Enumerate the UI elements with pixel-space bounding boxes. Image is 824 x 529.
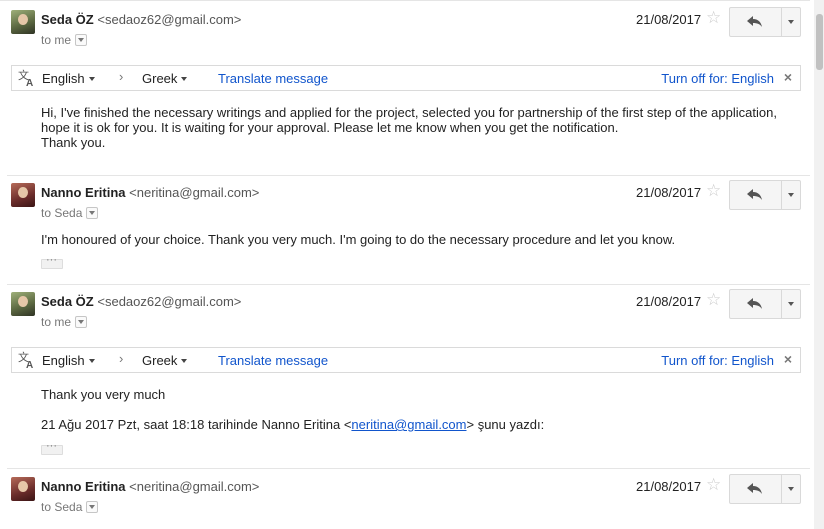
recipient-line[interactable]: to Seda [41,206,99,220]
star-icon[interactable]: ☆ [706,8,721,28]
source-language-label: English [42,353,85,368]
avatar [11,477,35,501]
sender-name: Seda ÖZ [41,294,94,309]
sender[interactable]: Nanno Eritina <neritina@gmail.com> [41,479,259,494]
sender[interactable]: Seda ÖZ <sedaoz62@gmail.com> [41,12,241,27]
details-dropdown-icon[interactable] [75,34,88,46]
reply-button[interactable] [730,475,780,503]
svg-text:A: A [26,78,33,87]
translate-message-link[interactable]: Translate message [218,71,328,86]
sender-name: Seda ÖZ [41,12,94,27]
reply-icon [747,189,762,200]
chevron-right-icon: › [119,351,124,366]
translate-icon: 文A [18,351,33,369]
reply-button[interactable] [730,290,780,318]
target-language-select[interactable]: Greek [142,71,188,86]
top-divider [0,0,810,5]
recipient-line[interactable]: to me [41,33,88,47]
recipient-line[interactable]: to Seda [41,500,99,514]
quote-prefix: 21 Ağu 2017 Pzt, saat 18:18 tarihinde Na… [41,417,352,432]
chevron-right-icon: › [119,69,124,84]
message-divider [7,175,810,176]
avatar [11,183,35,207]
sender-email: <neritina@gmail.com> [129,479,260,494]
sender-name: Nanno Eritina [41,185,126,200]
reply-button-group [729,474,801,504]
more-options-button[interactable] [781,290,801,318]
details-dropdown-icon[interactable] [86,501,99,513]
star-icon[interactable]: ☆ [706,290,721,310]
avatar [11,10,35,34]
details-dropdown-icon[interactable] [86,207,99,219]
turn-off-translation-link[interactable]: Turn off for: English [661,353,774,368]
body-line: hope it is ok for you. It is waiting for… [41,120,619,135]
reply-button-group [729,7,801,37]
quote-header: 21 Ağu 2017 Pzt, saat 18:18 tarihinde Na… [41,417,544,432]
message-date: 21/08/2017 [636,294,702,309]
quote-email-link[interactable]: neritina@gmail.com [351,417,466,432]
message-body: Thank you very much [41,387,165,402]
show-trimmed-content-button[interactable] [41,254,63,269]
recipient-label: to Seda [41,500,83,514]
sender-name: Nanno Eritina [41,479,126,494]
body-line: Hi, I've finished the necessary writings… [41,105,777,120]
translate-bar: 文A English › Greek Translate message Tur… [11,347,801,373]
message-body: Hi, I've finished the necessary writings… [41,105,777,150]
more-options-button[interactable] [781,8,801,36]
sender-email: <sedaoz62@gmail.com> [97,294,242,309]
reply-button-group [729,289,801,319]
close-icon[interactable]: × [784,351,792,367]
body-line: I'm honoured of your choice. Thank you v… [41,232,676,247]
translate-icon: 文A [18,69,33,87]
message-date: 21/08/2017 [636,12,702,27]
message-body: I'm honoured of your choice. Thank you v… [41,232,675,247]
avatar [11,292,35,316]
reply-icon [747,298,762,309]
turn-off-translation-link[interactable]: Turn off for: English [661,71,774,86]
recipient-label: to me [41,33,72,47]
show-trimmed-content-button[interactable] [41,440,63,455]
reply-button[interactable] [730,8,780,36]
sender-email: <neritina@gmail.com> [129,185,260,200]
reply-icon [747,16,762,27]
star-icon[interactable]: ☆ [706,475,721,495]
message-date: 21/08/2017 [636,479,702,494]
svg-text:A: A [26,360,33,369]
recipient-label: to Seda [41,206,83,220]
target-language-select[interactable]: Greek [142,353,188,368]
target-language-label: Greek [142,71,178,86]
reply-button[interactable] [730,181,780,209]
details-dropdown-icon[interactable] [75,316,88,328]
quote-suffix: > şunu yazdı: [466,417,545,432]
body-line: Thank you very much [41,387,166,402]
star-icon[interactable]: ☆ [706,181,721,201]
sender-email: <sedaoz62@gmail.com> [97,12,242,27]
target-language-label: Greek [142,353,178,368]
message-divider [7,468,810,469]
reply-icon [747,483,762,494]
translate-message-link[interactable]: Translate message [218,353,328,368]
body-line: Thank you. [41,135,106,150]
scrollbar-thumb[interactable] [816,14,823,70]
more-options-button[interactable] [781,181,801,209]
message-divider [7,284,810,285]
sender[interactable]: Nanno Eritina <neritina@gmail.com> [41,185,259,200]
source-language-select[interactable]: English [42,71,95,86]
recipient-label: to me [41,315,72,329]
more-options-button[interactable] [781,475,801,503]
message-date: 21/08/2017 [636,185,702,200]
sender[interactable]: Seda ÖZ <sedaoz62@gmail.com> [41,294,241,309]
translate-bar: 文A English › Greek Translate message Tur… [11,65,801,91]
recipient-line[interactable]: to me [41,315,88,329]
source-language-label: English [42,71,85,86]
source-language-select[interactable]: English [42,353,95,368]
scrollbar[interactable] [814,0,824,529]
close-icon[interactable]: × [784,69,792,85]
reply-button-group [729,180,801,210]
